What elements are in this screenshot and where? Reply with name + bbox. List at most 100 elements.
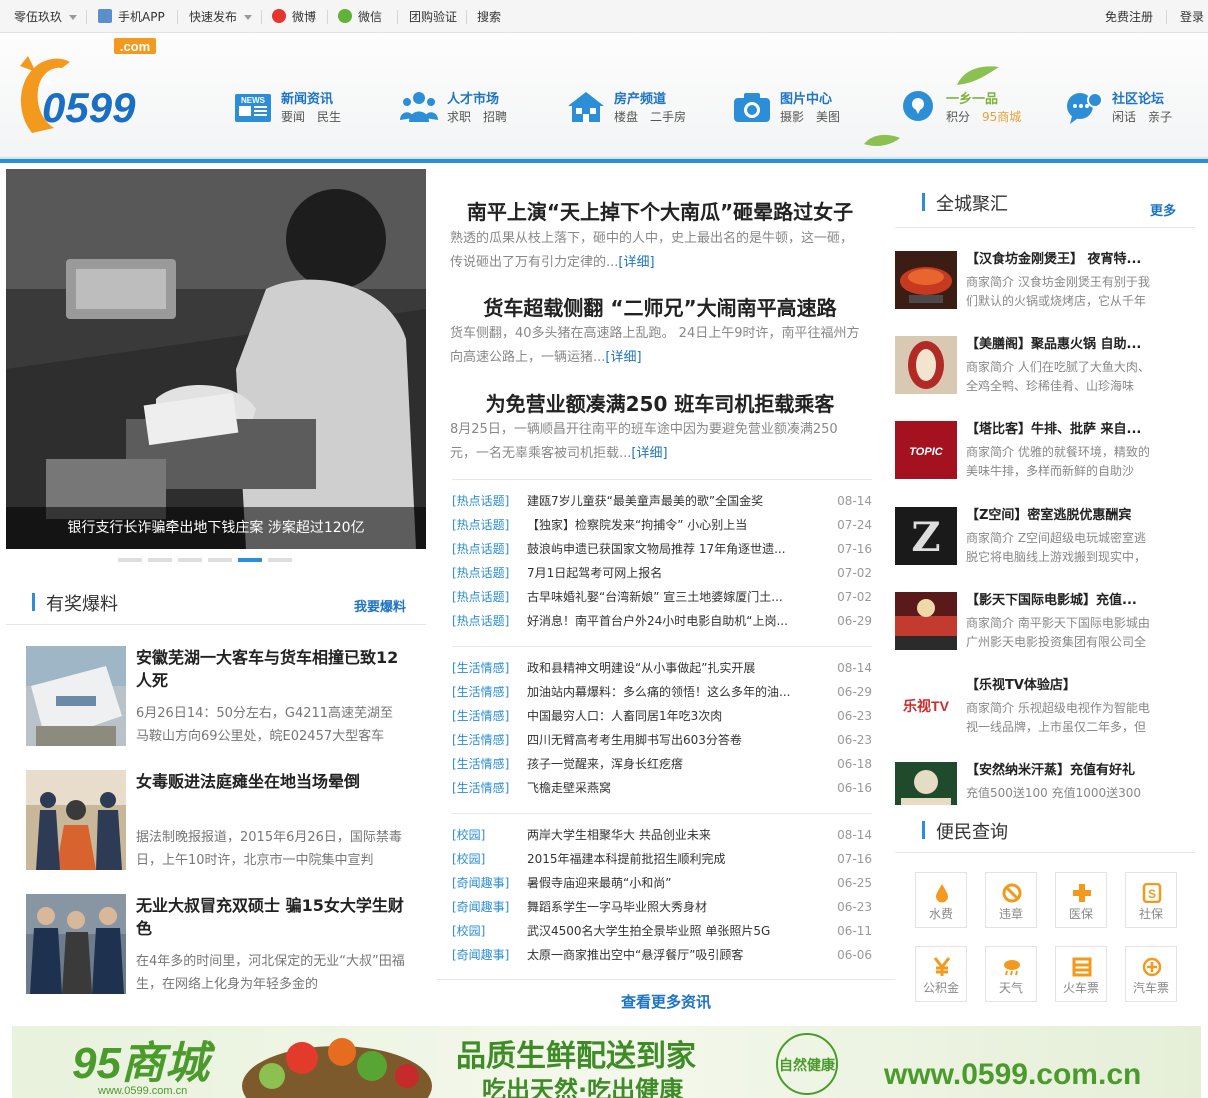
news-title[interactable]: 鼓浪屿申遗已获国家文物局推荐 17年角逐世遗... (527, 537, 797, 561)
news-row[interactable]: [热点话题] 建瓯7岁儿童获“最美童声最美的歌”全国金奖 08-14 (452, 489, 872, 513)
news-category[interactable]: [热点话题] (452, 489, 509, 513)
baoliao-item[interactable]: 女毒贩进法庭瘫坐在地当场晕倒 据法制晚报报道，2015年6月26日，国际禁毒日，… (26, 770, 406, 870)
more-news-link[interactable]: 查看更多资讯 (437, 991, 895, 1012)
merchant-item[interactable]: 【影天下国际电影城】充值... 商家简介 南平影天下国际电影城由广州影天电影投资… (895, 592, 1155, 656)
merchant-title[interactable]: 【塔比客】牛排、批萨 来自... (966, 421, 1154, 439)
news-title[interactable]: 四川无臂高考考生用脚书写出603分答卷 (527, 728, 797, 752)
merchant-thumbnail[interactable] (895, 762, 957, 805)
news-thumbnail[interactable] (26, 770, 126, 870)
news-thumbnail[interactable] (26, 646, 126, 746)
service-bus[interactable]: 汽车票 (1125, 946, 1177, 1002)
merchant-item[interactable]: Z 【Z空间】密室逃脱优惠酬宾 商家简介 Z空间超级电玩城密室逃脱它将电脑线上游… (895, 507, 1155, 571)
site-menu[interactable]: 零伍玖玖 (14, 9, 78, 25)
slider-dot[interactable] (148, 558, 172, 562)
slider-dot[interactable] (268, 558, 292, 562)
news-thumbnail[interactable] (26, 894, 126, 994)
news-category[interactable]: [奇闻趣事] (452, 871, 509, 895)
news-category[interactable]: [热点话题] (452, 537, 509, 561)
slider-caption[interactable]: 银行支行长诈骗牵出地下钱庄案 涉案超过120亿 (6, 507, 426, 549)
baoliao-item[interactable]: 无业大叔冒充双硕士 骗15女大学生财色 在4年多的时间里，河北保定的无业“大叔”… (26, 894, 406, 994)
weixin-link[interactable]: 微信 (338, 9, 382, 25)
merchant-title[interactable]: 【美膳阁】聚品惠火锅 自助... (966, 336, 1154, 354)
news-title[interactable]: 2015年福建本科提前批招生顺利完成 (527, 847, 797, 871)
nav-sub-link[interactable]: 求职 (447, 110, 471, 124)
service-medical[interactable]: 医保 (1055, 872, 1107, 928)
news-category[interactable]: [热点话题] (452, 513, 509, 537)
quick-publish-menu[interactable]: 快速发布 (189, 9, 253, 25)
detail-link[interactable]: [详细] (631, 446, 667, 461)
news-row[interactable]: [热点话题] 古早味婚礼娶“台湾新娘” 宣三土地婆嫁厦门土... 07-02 (452, 585, 872, 609)
baoliao-title[interactable]: 安徽芜湖一大客车与货车相撞已致12人死 (136, 646, 406, 692)
merchant-item[interactable]: 【安然纳米汗蒸】充值有好礼 充值500送100 充值1000送300 1、逍遥老… (895, 762, 1155, 805)
headline-title[interactable]: 为免营业额凑满250 班车司机拒载乘客 (450, 388, 870, 417)
news-row[interactable]: [校园] 2015年福建本科提前批招生顺利完成 07-16 (452, 847, 872, 871)
merchant-item[interactable]: 【美膳阁】聚品惠火锅 自助... 商家简介 人们在吃腻了大鱼大肉、全鸡全鸭、珍稀… (895, 336, 1155, 400)
merchant-item[interactable]: 乐视TV 【乐视TV体验店】 商家简介 乐视超级电视作为智能电视一线品牌，上市虽… (895, 677, 1155, 741)
baoliao-title[interactable]: 无业大叔冒充双硕士 骗15女大学生财色 (136, 894, 406, 940)
merchant-thumbnail[interactable] (895, 592, 957, 650)
news-row[interactable]: [生活情感] 飞檐走壁采燕窝 06-16 (452, 776, 872, 800)
juhui-more-link[interactable]: 更多 (1150, 200, 1176, 219)
service-fund[interactable]: 公积金 (915, 946, 967, 1002)
merchant-thumbnail[interactable]: Z (895, 507, 957, 565)
news-title[interactable]: 孩子一觉醒来，浑身长红疙瘩 (527, 752, 797, 776)
nav-sub-link[interactable]: 摄影 (780, 110, 804, 124)
nav-sub-link[interactable]: 民生 (317, 110, 341, 124)
nav-sub-link[interactable]: 95商城 (982, 110, 1021, 124)
news-row[interactable]: [热点话题] 好消息！南平首台户外24小时电影自助机“上岗... 06-29 (452, 609, 872, 633)
news-row[interactable]: [热点话题] 鼓浪屿申遗已获国家文物局推荐 17年角逐世遗... 07-16 (452, 537, 872, 561)
slider-dot-active[interactable] (238, 558, 262, 562)
service-violation[interactable]: 违章 (985, 872, 1037, 928)
group-verify-link[interactable]: 团购验证 (409, 9, 457, 25)
login-link[interactable]: 登录 (1180, 9, 1204, 25)
news-title[interactable]: 政和县精神文明建设“从小事做起”扎实开展 (527, 656, 797, 680)
news-row[interactable]: [热点话题] 【独家】检察院发来“拘捕令” 小心别上当 07-24 (452, 513, 872, 537)
search-link[interactable]: 搜索 (477, 9, 501, 25)
nav-sub-link[interactable]: 楼盘 (614, 110, 638, 124)
news-category[interactable]: [校园] (452, 847, 485, 871)
news-title[interactable]: 中国最穷人口：人畜同居1年吃3次肉 (527, 704, 797, 728)
news-title[interactable]: 建瓯7岁儿童获“最美童声最美的歌”全国金奖 (527, 489, 797, 513)
news-category[interactable]: [生活情感] (452, 752, 509, 776)
merchant-title[interactable]: 【安然纳米汗蒸】充值有好礼 (966, 762, 1154, 780)
headline-title[interactable]: 货车超载侧翻 “二师兄”大闹南平高速路 (450, 292, 870, 321)
merchant-item[interactable]: 【汉食坊金刚煲王】 夜宵特... 商家简介 汉食坊金刚煲王有别于我们默认的火锅或… (895, 251, 1155, 315)
baoliao-title[interactable]: 女毒贩进法庭瘫坐在地当场晕倒 (136, 770, 406, 793)
detail-link[interactable]: [详细] (618, 255, 654, 270)
baoliao-more-link[interactable]: 我要爆料 (354, 596, 406, 615)
news-category[interactable]: [奇闻趣事] (452, 943, 509, 967)
merchant-title[interactable]: 【影天下国际电影城】充值... (966, 592, 1154, 610)
news-category[interactable]: [校园] (452, 823, 485, 847)
news-row[interactable]: [生活情感] 孩子一觉醒来，浑身长红疙瘩 06-18 (452, 752, 872, 776)
nav-sub-link[interactable]: 亲子 (1148, 110, 1172, 124)
detail-link[interactable]: [详细] (605, 350, 641, 365)
merchant-item[interactable]: TOPIC 【塔比客】牛排、批萨 来自... 商家简介 优雅的就餐环境，精致的美… (895, 421, 1155, 485)
news-category[interactable]: [生活情感] (452, 728, 509, 752)
news-title[interactable]: 古早味婚礼娶“台湾新娘” 宣三土地婆嫁厦门土... (527, 585, 797, 609)
news-category[interactable]: [生活情感] (452, 704, 509, 728)
news-title[interactable]: 【独家】检察院发来“拘捕令” 小心别上当 (527, 513, 797, 537)
merchant-thumbnail[interactable] (895, 251, 957, 309)
news-category[interactable]: [热点话题] (452, 609, 509, 633)
nav-sub-link[interactable]: 要闻 (281, 110, 305, 124)
news-title[interactable]: 舞蹈系学生一字马毕业照大秀身材 (527, 895, 797, 919)
merchant-thumbnail[interactable] (895, 336, 957, 394)
news-row[interactable]: [奇闻趣事] 暑假寺庙迎来最萌“小和尚” 06-25 (452, 871, 872, 895)
merchant-thumbnail[interactable]: TOPIC (895, 421, 957, 479)
news-row[interactable]: [生活情感] 四川无臂高考考生用脚书写出603分答卷 06-23 (452, 728, 872, 752)
news-title[interactable]: 飞檐走壁采燕窝 (527, 776, 797, 800)
news-row[interactable]: [校园] 两岸大学生相聚华大 共品创业未来 08-14 (452, 823, 872, 847)
news-title[interactable]: 暑假寺庙迎来最萌“小和尚” (527, 871, 797, 895)
news-row[interactable]: [生活情感] 加油站内幕爆料：多么痛的领悟！这么多年的油... 06-29 (452, 680, 872, 704)
news-category[interactable]: [奇闻趣事] (452, 895, 509, 919)
weibo-link[interactable]: 微博 (272, 9, 316, 25)
news-category[interactable]: [热点话题] (452, 561, 509, 585)
news-row[interactable]: [生活情感] 政和县精神文明建设“从小事做起”扎实开展 08-14 (452, 656, 872, 680)
slider-dot[interactable] (178, 558, 202, 562)
site-logo[interactable]: .com 0599 (14, 38, 159, 138)
news-title[interactable]: 7月1日起驾考可网上报名 (527, 561, 797, 585)
merchant-thumbnail[interactable]: 乐视TV (895, 677, 957, 735)
register-link[interactable]: 免费注册 (1105, 9, 1153, 25)
merchant-title[interactable]: 【Z空间】密室逃脱优惠酬宾 (966, 507, 1154, 525)
service-train[interactable]: 火车票 (1055, 946, 1107, 1002)
